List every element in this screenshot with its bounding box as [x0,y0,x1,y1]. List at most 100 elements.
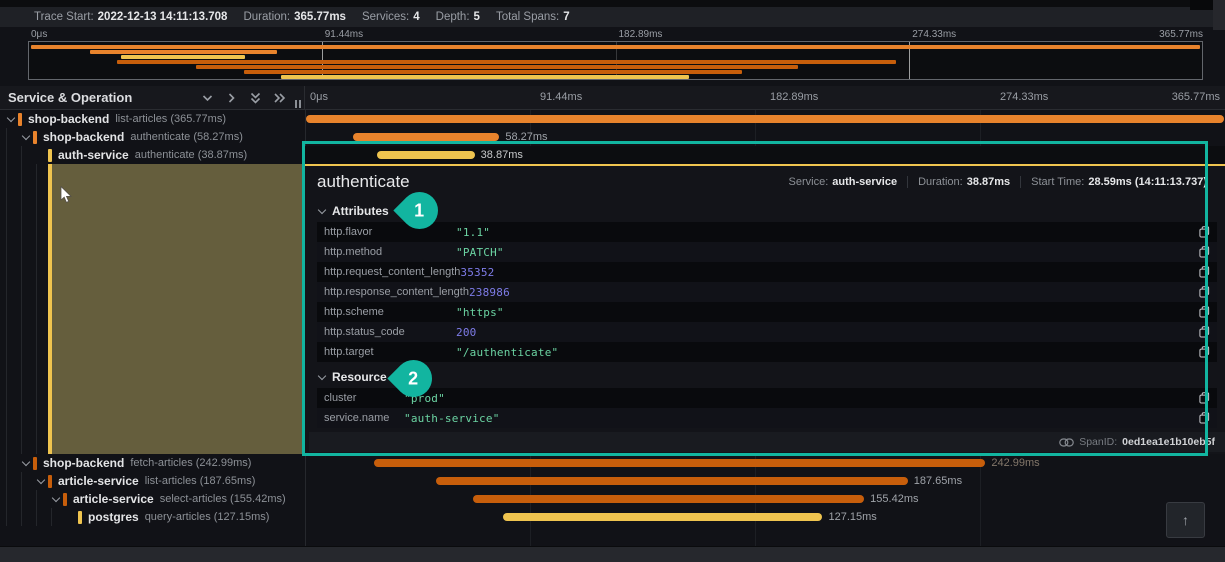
tree-row-shop-backend[interactable]: shop-backend fetch-articles (242.99ms) [0,454,305,472]
tree-row-shop-backend[interactable]: shop-backend authenticate (58.27ms) [0,128,305,146]
copy-value-button[interactable] [1199,306,1210,318]
tree-row-postgres[interactable]: postgres query-articles (127.15ms) [0,508,305,526]
indent-guide [21,472,36,490]
span-color-chip [78,510,82,524]
tree-row-article-service[interactable]: article-service list-articles (187.65ms) [0,472,305,490]
operation-label: select-articles (155.42ms) [159,493,286,505]
attribute-value: 200 [456,325,477,339]
attribute-key: cluster [324,392,357,404]
span-duration-bar[interactable] [435,477,908,485]
attribute-key: http.status_code [324,326,405,338]
tree-row-shop-backend[interactable]: shop-backend list-articles (365.77ms) [0,110,305,128]
span-row: shop-backend fetch-articles (242.99ms) 242… [0,454,1225,472]
double-chevron-right-icon[interactable] [272,91,287,105]
span-bar-cell: 155.42ms [305,490,1225,508]
span-duration-bar[interactable] [352,133,500,141]
chevron-right-icon[interactable] [224,91,239,105]
section-table-resource: cluster "prod" service.name "auth-service" [317,388,1217,428]
service-name: auth-service [58,148,129,162]
indent-guide [6,508,21,526]
section-header-resource[interactable]: Resource [317,366,1217,388]
attribute-row: http.status_code 200 [317,322,1217,342]
minimap-tick-label: 182.89ms [618,29,663,40]
trace-header-field: Depth: 5 [435,11,480,23]
section-table-attributes: http.flavor "1.1" http.method "PATCH" http.r… [317,222,1217,362]
span-color-chip [18,112,22,126]
attribute-row: http.flavor "1.1" [317,222,1217,242]
span-duration-label: 242.99ms [991,457,1040,469]
copy-value-button[interactable] [1199,266,1210,278]
tree-column-header: Service & Operation [0,86,305,109]
span-row: shop-backend list-articles (365.77ms) [0,110,1225,128]
operation-label: authenticate (38.87ms) [134,149,248,161]
copy-value-button[interactable] [1199,326,1210,338]
copy-value-button[interactable] [1199,412,1210,424]
tree-row-auth-service[interactable]: auth-service authenticate (38.87ms) [0,146,305,164]
attribute-row: http.request_content_length 35352 [317,262,1217,282]
span-bar-cell: 242.99ms [305,454,1225,472]
tree-row-article-service[interactable]: article-service select-articles (155.42ms… [0,490,305,508]
column-resize-handle[interactable] [295,100,301,108]
copy-value-button[interactable] [1199,226,1210,238]
attribute-key: service.name [324,412,390,424]
minimap-tick-label: 91.44ms [324,29,364,40]
span-bar-cell [305,110,1225,128]
row-collapse-chevron-icon[interactable] [36,475,48,487]
row-collapse-chevron-icon[interactable] [21,457,33,469]
service-name: shop-backend [28,112,110,126]
chevron-down-icon[interactable] [200,91,215,105]
copy-value-button[interactable] [1199,246,1210,258]
service-name: shop-backend [43,456,125,470]
mouse-cursor [60,186,72,203]
copy-value-button[interactable] [1199,392,1210,404]
minimap-span-bar [195,65,798,69]
selected-span-highlight-block [48,164,305,454]
timeline-tick-label: 365.77ms [1171,91,1220,103]
span-row: article-service select-articles (155.42ms… [0,490,1225,508]
attribute-value: "PATCH" [456,245,504,259]
attribute-row: http.target "/authenticate" [317,342,1217,362]
row-collapse-chevron-icon[interactable] [51,493,63,505]
span-duration-bar[interactable] [306,115,1224,123]
copy-value-button[interactable] [1199,346,1210,358]
span-title: authenticate [317,172,410,191]
span-duration-bar[interactable] [473,495,865,503]
span-duration-bar[interactable] [374,459,986,467]
minimap-ruler: 0μs 91.44ms 182.89ms 274.33ms 365.77ms [28,28,1203,41]
span-duration-label: 155.42ms [870,493,919,505]
span-detail-header: authenticate Service: auth-service Duratio… [305,166,1225,196]
minimap-canvas[interactable] [28,41,1203,80]
minimap-span-bar [281,75,689,79]
attribute-key: http.flavor [324,226,373,238]
operation-label: list-articles (187.65ms) [144,475,256,487]
span-color-chip [63,492,67,506]
attribute-value: 238986 [468,285,510,299]
indent-guide [6,454,21,472]
row-collapse-chevron-icon[interactable] [6,113,18,125]
minimap-span-bar [243,70,742,74]
indent-guide [6,490,21,508]
top-chrome-strip [0,0,1225,7]
section-header-attributes[interactable]: Attributes [317,200,1217,222]
attribute-value: "https" [456,305,504,319]
timeline-tick-label: 0μs [310,91,328,103]
row-collapse-chevron-icon[interactable] [21,131,33,143]
span-detail-body: Attributes http.flavor "1.1" http.method "PA… [305,196,1225,428]
span-meta: Service: auth-service Duration: 38.87ms Star… [779,176,1217,188]
span-meta-item: Service: auth-service [788,176,898,188]
top-right-corner-box [1190,0,1213,10]
attribute-key: http.target [324,346,374,358]
span-color-chip [33,130,37,144]
attribute-key: http.request_content_length [324,266,461,278]
span-duration-label: 58.27ms [505,131,548,143]
span-duration-bar[interactable] [376,151,475,159]
link-icon [1059,437,1075,447]
indent-guide [51,508,66,526]
attribute-key: http.response_content_length [324,286,469,298]
service-name: article-service [58,474,139,488]
double-chevron-down-icon[interactable] [248,91,263,105]
indent-guide [36,490,51,508]
copy-value-button[interactable] [1199,286,1210,298]
span-duration-bar[interactable] [502,513,823,521]
service-name: article-service [73,492,154,506]
